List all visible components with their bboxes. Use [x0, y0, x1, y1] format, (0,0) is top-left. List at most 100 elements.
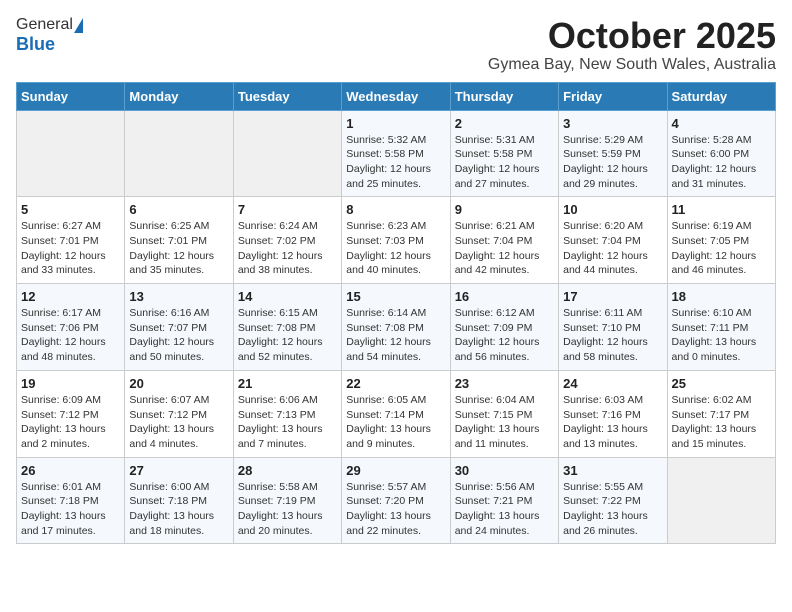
calendar-cell — [17, 110, 125, 197]
header-sunday: Sunday — [17, 82, 125, 110]
day-info: Sunrise: 6:21 AMSunset: 7:04 PMDaylight:… — [455, 219, 554, 278]
day-number: 10 — [563, 202, 662, 217]
day-number: 2 — [455, 116, 554, 131]
day-info: Sunrise: 5:31 AMSunset: 5:58 PMDaylight:… — [455, 133, 554, 192]
day-number: 7 — [238, 202, 337, 217]
calendar-cell: 20 Sunrise: 6:07 AMSunset: 7:12 PMDayligh… — [125, 370, 233, 457]
header-row: Sunday Monday Tuesday Wednesday Thursday… — [17, 82, 776, 110]
calendar-cell: 24Sunrise: 6:03 AMSunset: 7:16 PMDayligh… — [559, 370, 667, 457]
day-info: Sunrise: 5:29 AMSunset: 5:59 PMDaylight:… — [563, 133, 662, 192]
day-number: 15 — [346, 289, 445, 304]
day-number: 6 — [129, 202, 228, 217]
calendar-cell — [667, 457, 775, 544]
calendar-cell: 17 Sunrise: 6:11 AMSunset: 7:10 PMDayligh… — [559, 284, 667, 371]
calendar-cell: 2 Sunrise: 5:31 AMSunset: 5:58 PMDaylight… — [450, 110, 558, 197]
calendar-cell: 8 Sunrise: 6:23 AMSunset: 7:03 PMDaylight… — [342, 197, 450, 284]
calendar-week-2: 12 Sunrise: 6:17 AMSunset: 7:06 PMDayligh… — [17, 284, 776, 371]
day-number: 14 — [238, 289, 337, 304]
day-info: Sunrise: 6:17 AMSunset: 7:06 PMDaylight:… — [21, 306, 120, 365]
calendar-cell: 11 Sunrise: 6:19 AMSunset: 7:05 PMDayligh… — [667, 197, 775, 284]
calendar-cell: 13 Sunrise: 6:16 AMSunset: 7:07 PMDayligh… — [125, 284, 233, 371]
day-number: 5 — [21, 202, 120, 217]
day-info: Sunrise: 6:20 AMSunset: 7:04 PMDaylight:… — [563, 219, 662, 278]
calendar-cell: 4Sunrise: 5:28 AMSunset: 6:00 PMDaylight… — [667, 110, 775, 197]
calendar-cell: 26 Sunrise: 6:01 AMSunset: 7:18 PMDayligh… — [17, 457, 125, 544]
day-info: Sunrise: 6:16 AMSunset: 7:07 PMDaylight:… — [129, 306, 228, 365]
calendar-cell: 5 Sunrise: 6:27 AMSunset: 7:01 PMDaylight… — [17, 197, 125, 284]
day-info: Sunrise: 6:07 AMSunset: 7:12 PMDaylight:… — [129, 393, 228, 452]
day-info: Sunrise: 5:32 AMSunset: 5:58 PMDaylight:… — [346, 133, 445, 192]
day-info: Sunrise: 6:11 AMSunset: 7:10 PMDaylight:… — [563, 306, 662, 365]
calendar-cell: 15Sunrise: 6:14 AMSunset: 7:08 PMDayligh… — [342, 284, 450, 371]
day-number: 11 — [672, 202, 771, 217]
day-info: Sunrise: 5:56 AMSunset: 7:21 PMDaylight:… — [455, 480, 554, 539]
day-info: Sunrise: 6:19 AMSunset: 7:05 PMDaylight:… — [672, 219, 771, 278]
calendar-week-3: 19 Sunrise: 6:09 AMSunset: 7:12 PMDayligh… — [17, 370, 776, 457]
day-number: 12 — [21, 289, 120, 304]
header-tuesday: Tuesday — [233, 82, 341, 110]
day-number: 9 — [455, 202, 554, 217]
day-number: 25 — [672, 376, 771, 391]
day-info: Sunrise: 6:01 AMSunset: 7:18 PMDaylight:… — [21, 480, 120, 539]
day-number: 26 — [21, 463, 120, 478]
page-header: General Blue October 2025 Gymea Bay, New… — [16, 16, 776, 74]
calendar-cell: 18Sunrise: 6:10 AMSunset: 7:11 PMDayligh… — [667, 284, 775, 371]
calendar-week-0: 1 Sunrise: 5:32 AMSunset: 5:58 PMDaylight… — [17, 110, 776, 197]
calendar-table: Sunday Monday Tuesday Wednesday Thursday… — [16, 82, 776, 545]
day-info: Sunrise: 6:23 AMSunset: 7:03 PMDaylight:… — [346, 219, 445, 278]
calendar-cell: 12 Sunrise: 6:17 AMSunset: 7:06 PMDayligh… — [17, 284, 125, 371]
day-info: Sunrise: 6:05 AMSunset: 7:14 PMDaylight:… — [346, 393, 445, 452]
calendar-cell: 9 Sunrise: 6:21 AMSunset: 7:04 PMDaylight… — [450, 197, 558, 284]
calendar-cell: 21 Sunrise: 6:06 AMSunset: 7:13 PMDayligh… — [233, 370, 341, 457]
day-info: Sunrise: 6:24 AMSunset: 7:02 PMDaylight:… — [238, 219, 337, 278]
day-info: Sunrise: 5:58 AMSunset: 7:19 PMDaylight:… — [238, 480, 337, 539]
day-info: Sunrise: 5:55 AMSunset: 7:22 PMDaylight:… — [563, 480, 662, 539]
calendar-cell: 14 Sunrise: 6:15 AMSunset: 7:08 PMDayligh… — [233, 284, 341, 371]
day-number: 4 — [672, 116, 771, 131]
day-number: 1 — [346, 116, 445, 131]
month-title: October 2025 — [488, 16, 776, 56]
day-number: 19 — [21, 376, 120, 391]
day-info: Sunrise: 6:02 AMSunset: 7:17 PMDaylight:… — [672, 393, 771, 452]
day-number: 20 — [129, 376, 228, 391]
calendar-cell: 27Sunrise: 6:00 AMSunset: 7:18 PMDayligh… — [125, 457, 233, 544]
day-info: Sunrise: 6:06 AMSunset: 7:13 PMDaylight:… — [238, 393, 337, 452]
calendar-cell: 29 Sunrise: 5:57 AMSunset: 7:20 PMDayligh… — [342, 457, 450, 544]
calendar-cell: 30 Sunrise: 5:56 AMSunset: 7:21 PMDayligh… — [450, 457, 558, 544]
day-number: 21 — [238, 376, 337, 391]
calendar-cell: 28 Sunrise: 5:58 AMSunset: 7:19 PMDayligh… — [233, 457, 341, 544]
day-number: 18 — [672, 289, 771, 304]
calendar-cell: 10 Sunrise: 6:20 AMSunset: 7:04 PMDayligh… — [559, 197, 667, 284]
logo-triangle-icon — [74, 18, 83, 33]
day-info: Sunrise: 6:00 AMSunset: 7:18 PMDaylight:… — [129, 480, 228, 539]
day-info: Sunrise: 5:57 AMSunset: 7:20 PMDaylight:… — [346, 480, 445, 539]
calendar-cell: 31Sunrise: 5:55 AMSunset: 7:22 PMDayligh… — [559, 457, 667, 544]
day-number: 17 — [563, 289, 662, 304]
day-number: 3 — [563, 116, 662, 131]
calendar-cell: 16Sunrise: 6:12 AMSunset: 7:09 PMDayligh… — [450, 284, 558, 371]
calendar-body: 1 Sunrise: 5:32 AMSunset: 5:58 PMDaylight… — [17, 110, 776, 544]
day-number: 30 — [455, 463, 554, 478]
calendar-cell: 3 Sunrise: 5:29 AMSunset: 5:59 PMDaylight… — [559, 110, 667, 197]
day-info: Sunrise: 6:25 AMSunset: 7:01 PMDaylight:… — [129, 219, 228, 278]
day-info: Sunrise: 6:09 AMSunset: 7:12 PMDaylight:… — [21, 393, 120, 452]
calendar-cell: 22 Sunrise: 6:05 AMSunset: 7:14 PMDayligh… — [342, 370, 450, 457]
day-info: Sunrise: 6:27 AMSunset: 7:01 PMDaylight:… — [21, 219, 120, 278]
day-number: 23 — [455, 376, 554, 391]
day-number: 29 — [346, 463, 445, 478]
header-friday: Friday — [559, 82, 667, 110]
day-number: 24 — [563, 376, 662, 391]
day-info: Sunrise: 6:15 AMSunset: 7:08 PMDaylight:… — [238, 306, 337, 365]
day-number: 22 — [346, 376, 445, 391]
calendar-cell: 6 Sunrise: 6:25 AMSunset: 7:01 PMDaylight… — [125, 197, 233, 284]
header-saturday: Saturday — [667, 82, 775, 110]
logo: General Blue — [16, 16, 83, 55]
day-info: Sunrise: 6:04 AMSunset: 7:15 PMDaylight:… — [455, 393, 554, 452]
day-number: 13 — [129, 289, 228, 304]
day-number: 28 — [238, 463, 337, 478]
calendar-cell — [125, 110, 233, 197]
calendar-cell: 23 Sunrise: 6:04 AMSunset: 7:15 PMDayligh… — [450, 370, 558, 457]
calendar-cell: 1 Sunrise: 5:32 AMSunset: 5:58 PMDaylight… — [342, 110, 450, 197]
day-number: 8 — [346, 202, 445, 217]
header-thursday: Thursday — [450, 82, 558, 110]
